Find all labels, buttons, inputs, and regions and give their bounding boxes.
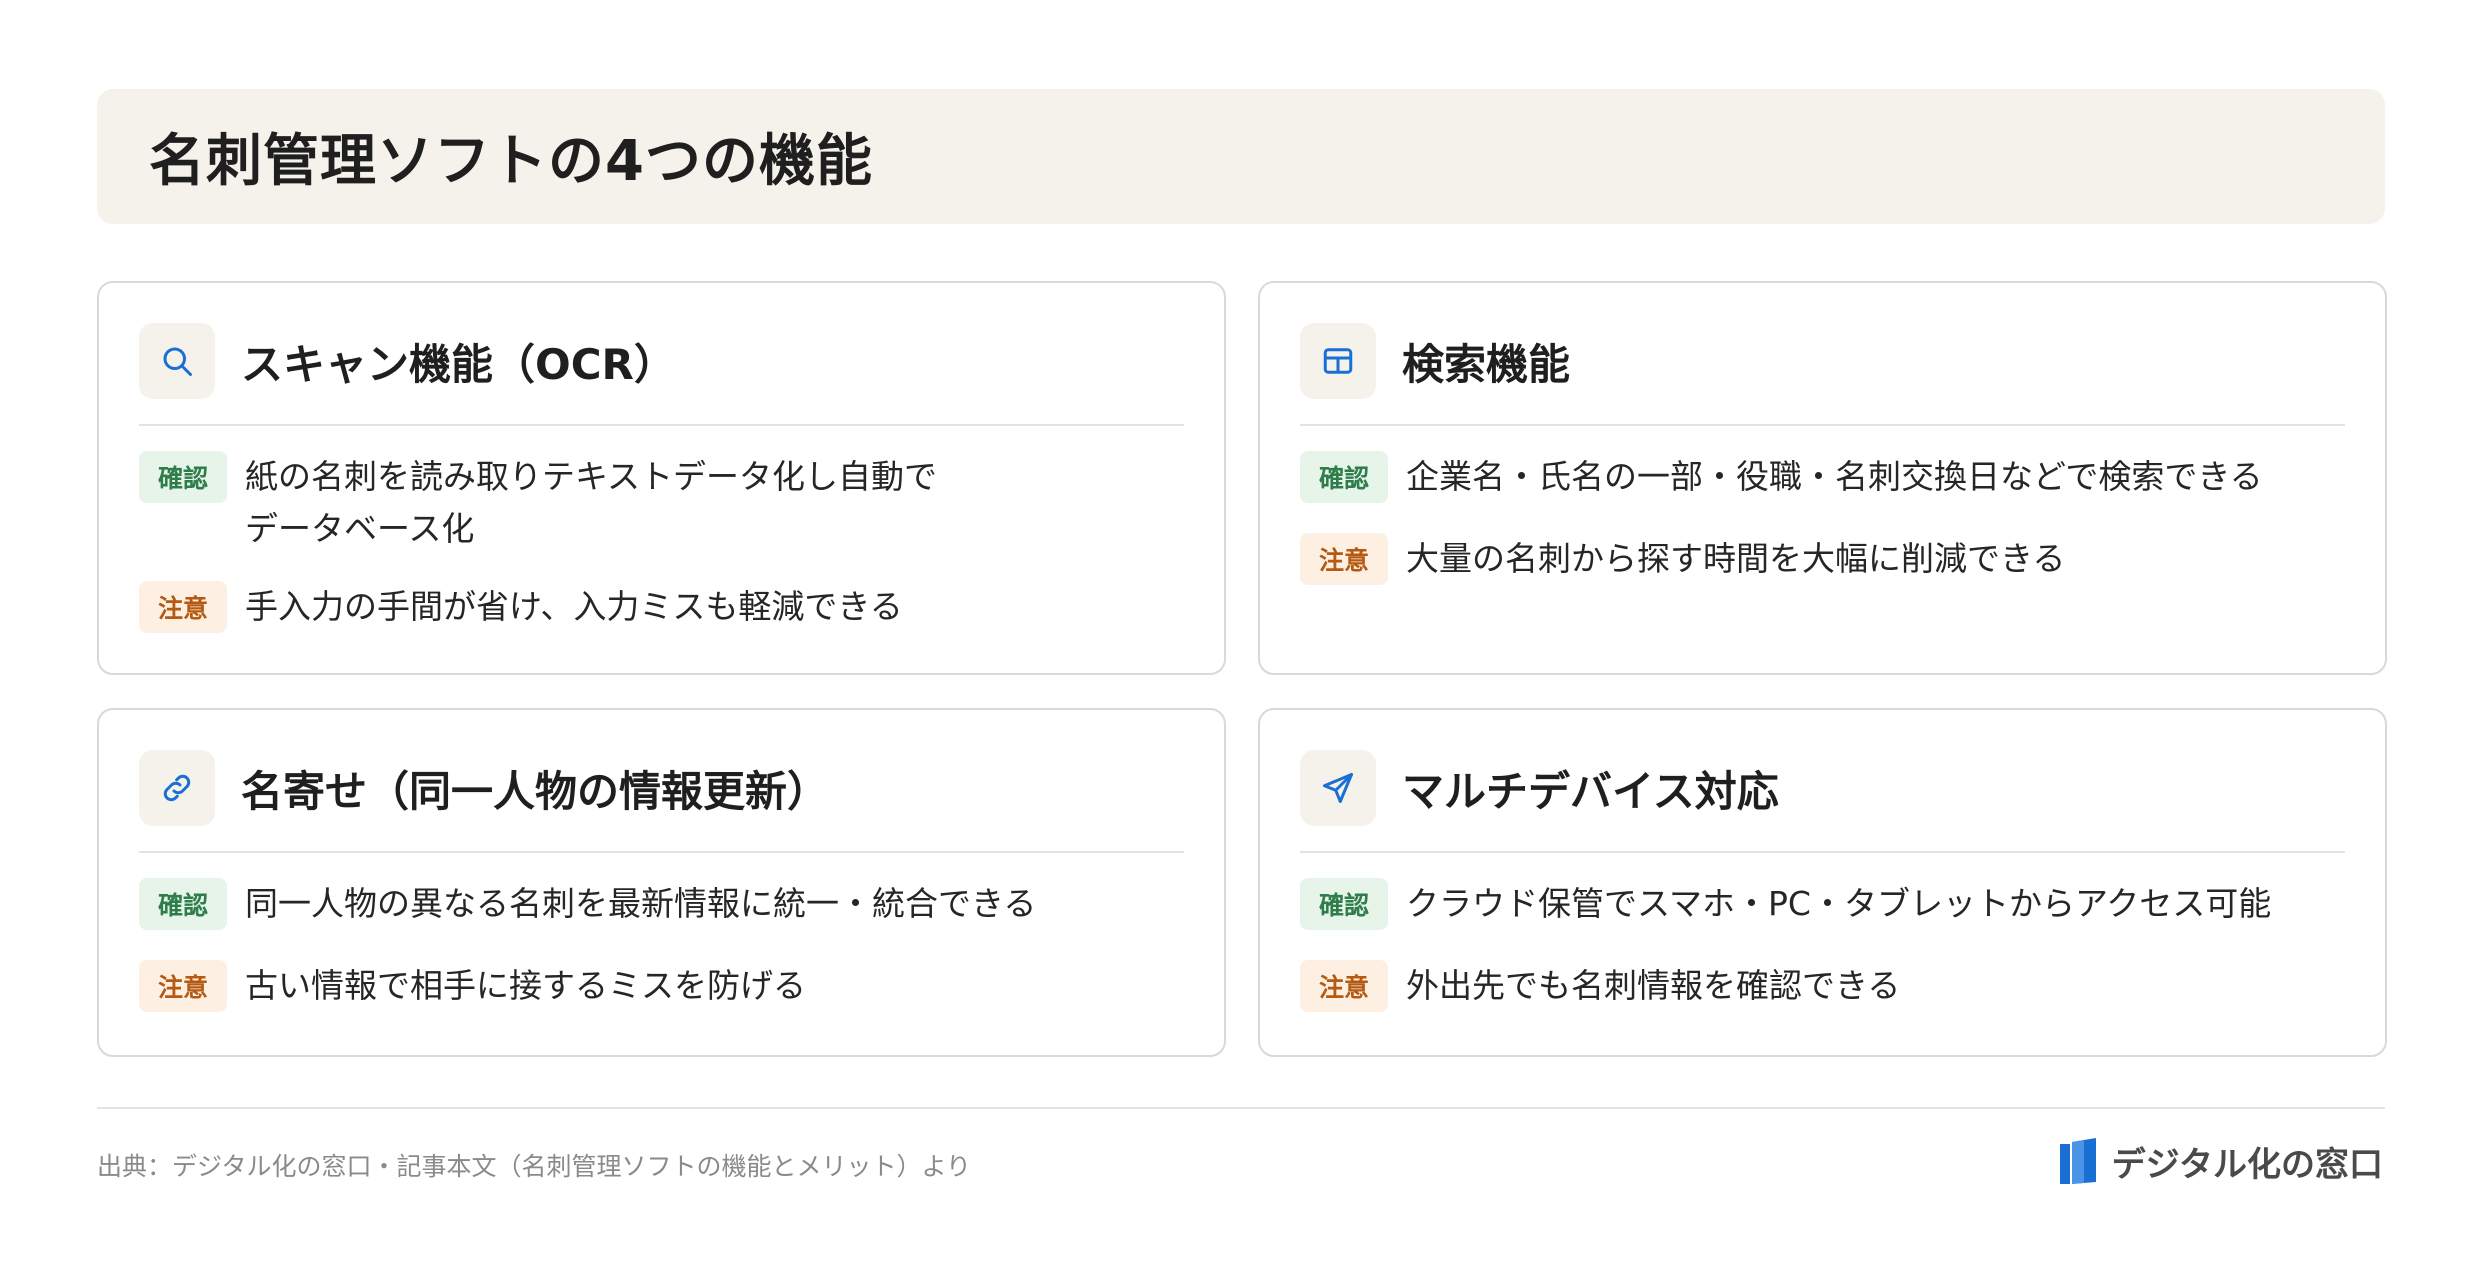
caution-row: 注意 大量の名刺から探す時間を大幅に削減できる (1300, 533, 2345, 585)
page: 名刺管理ソフトの4つの機能 スキャン機能（OCR） 確認 紙の名刺を読み取りテキ… (0, 0, 2480, 1280)
card-header: マルチデバイス対応 (1300, 750, 2345, 826)
confirm-row: 確認 紙の名刺を読み取りテキストデータ化し自動で データベース化 (139, 451, 1184, 555)
confirm-row: 確認 同一人物の異なる名刺を最新情報に統一・統合できる (139, 878, 1184, 930)
title-banner: 名刺管理ソフトの4つの機能 (97, 89, 2385, 224)
caution-row: 注意 外出先でも名刺情報を確認できる (1300, 960, 2345, 1012)
confirm-row: 確認 企業名・氏名の一部・役職・名刺交換日などで検索できる (1300, 451, 2345, 503)
page-title: 名刺管理ソフトの4つの機能 (149, 129, 873, 194)
caution-badge: 注意 (139, 960, 227, 1012)
card-header: 検索機能 (1300, 323, 2345, 399)
table-icon (1300, 323, 1376, 399)
brand-logo-icon (2059, 1137, 2096, 1184)
feature-card-scan: スキャン機能（OCR） 確認 紙の名刺を読み取りテキストデータ化し自動で データ… (97, 281, 1226, 675)
confirm-row: 確認 クラウド保管でスマホ・PC・タブレットからアクセス可能 (1300, 878, 2345, 930)
confirm-badge: 確認 (139, 878, 227, 930)
caution-row: 注意 手入力の手間が省け、入力ミスも軽減できる (139, 581, 1184, 633)
confirm-text: クラウド保管でスマホ・PC・タブレットからアクセス可能 (1406, 884, 2272, 923)
confirm-text: 同一人物の異なる名刺を最新情報に統一・統合できる (245, 884, 1037, 923)
caution-text: 古い情報で相手に接するミスを防げる (245, 966, 806, 1005)
confirm-badge: 確認 (1300, 878, 1388, 930)
footer-divider (97, 1107, 2385, 1109)
confirm-badge: 確認 (139, 451, 227, 503)
card-title: 名寄せ（同一人物の情報更新） (241, 766, 830, 816)
caution-row: 注意 古い情報で相手に接するミスを防げる (139, 960, 1184, 1012)
confirm-badge: 確認 (1300, 451, 1388, 503)
search-icon (139, 323, 215, 399)
card-title: 検索機能 (1402, 339, 1571, 389)
caution-text: 大量の名刺から探す時間を大幅に削減できる (1406, 539, 2066, 578)
link-icon (139, 750, 215, 826)
caution-badge: 注意 (139, 581, 227, 633)
brand-name: デジタル化の窓口 (2111, 1145, 2383, 1185)
confirm-text: 紙の名刺を読み取りテキストデータ化し自動で データベース化 (245, 451, 937, 555)
card-header: 名寄せ（同一人物の情報更新） (139, 750, 1184, 826)
confirm-text: 企業名・氏名の一部・役職・名刺交換日などで検索できる (1406, 457, 2263, 496)
card-title: マルチデバイス対応 (1402, 766, 1779, 816)
caution-badge: 注意 (1300, 960, 1388, 1012)
confirm-text-line: データベース化 (245, 509, 475, 548)
brand: デジタル化の窓口 (2059, 1137, 2383, 1186)
divider (1300, 424, 2345, 426)
send-icon (1300, 750, 1376, 826)
card-title: スキャン機能（OCR） (241, 339, 676, 389)
divider (1300, 851, 2345, 853)
confirm-text-line: 紙の名刺を読み取りテキストデータ化し自動で (245, 457, 938, 496)
divider (139, 851, 1184, 853)
caution-text: 手入力の手間が省け、入力ミスも軽減できる (245, 587, 903, 626)
feature-card-merge: 名寄せ（同一人物の情報更新） 確認 同一人物の異なる名刺を最新情報に統一・統合で… (97, 708, 1226, 1057)
card-header: スキャン機能（OCR） (139, 323, 1184, 399)
feature-card-multidevice: マルチデバイス対応 確認 クラウド保管でスマホ・PC・タブレットからアクセス可能… (1258, 708, 2387, 1057)
source-citation: 出典：デジタル化の窓口・記事本文（名刺管理ソフトの機能とメリット）より (97, 1152, 972, 1181)
feature-card-search: 検索機能 確認 企業名・氏名の一部・役職・名刺交換日などで検索できる 注意 大量… (1258, 281, 2387, 675)
divider (139, 424, 1184, 426)
caution-text: 外出先でも名刺情報を確認できる (1406, 966, 1901, 1005)
caution-badge: 注意 (1300, 533, 1388, 585)
